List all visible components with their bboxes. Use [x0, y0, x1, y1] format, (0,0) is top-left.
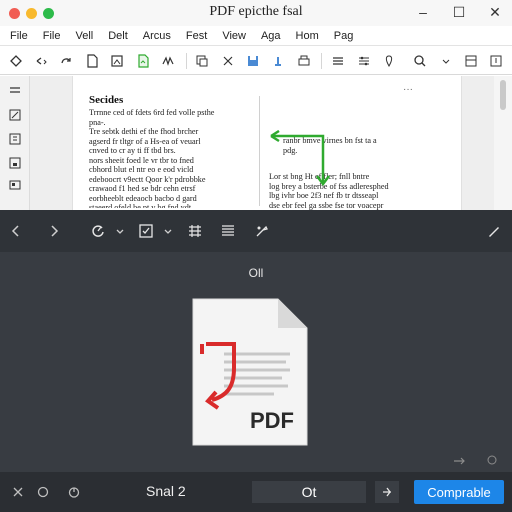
bookmark-icon[interactable]	[8, 132, 22, 146]
menu-item-file[interactable]: File	[10, 30, 28, 42]
minimize-button[interactable]: –	[416, 3, 430, 21]
menu-lines-icon[interactable]	[328, 51, 347, 71]
undo-icon[interactable]	[31, 51, 50, 71]
help-icon[interactable]	[487, 51, 506, 71]
cut-icon[interactable]	[218, 51, 237, 71]
menu-item-view[interactable]: View	[222, 30, 246, 42]
close-button[interactable]: ✕	[488, 3, 502, 21]
power-icon[interactable]	[66, 484, 82, 500]
left-rail	[0, 76, 30, 210]
document-area: Secides Trrnne ced of fdets 6rd fed voll…	[0, 76, 512, 210]
page-heading: Secides	[89, 94, 124, 106]
scrollbar[interactable]	[494, 76, 512, 210]
signature-icon[interactable]	[158, 51, 177, 71]
circle-icon[interactable]	[35, 484, 51, 500]
menu-icon[interactable]	[8, 84, 22, 98]
green-arrow-icon	[270, 130, 330, 187]
main-toolbar	[0, 47, 512, 75]
page-options-icon[interactable]: ···	[403, 84, 413, 95]
tools-icon[interactable]	[252, 221, 272, 241]
find-icon[interactable]	[436, 51, 455, 71]
maximize-button[interactable]: ☐	[452, 3, 466, 21]
menu-item-delt[interactable]: Delt	[108, 30, 128, 42]
stamp-icon[interactable]	[269, 51, 288, 71]
attachment-icon[interactable]	[8, 156, 22, 170]
list-icon[interactable]	[218, 221, 238, 241]
print-icon[interactable]	[294, 51, 313, 71]
menu-item-pag[interactable]: Pag	[334, 30, 354, 42]
back-arrow-icon[interactable]	[6, 221, 26, 241]
document-page[interactable]: Secides Trrnne ced of fdets 6rd fed voll…	[72, 76, 462, 210]
menu-item-arcus[interactable]: Arcus	[143, 30, 171, 42]
status-bar: Snal 2 Ot Comprable	[0, 472, 512, 512]
scrollbar-thumb[interactable]	[500, 80, 506, 110]
document-icon[interactable]	[82, 51, 101, 71]
menu-bar: File File Vell Delt Arcus Fest View Aga …	[0, 26, 512, 46]
menu-item-hom[interactable]: Hom	[296, 30, 319, 42]
location-icon[interactable]	[379, 51, 398, 71]
search-icon[interactable]	[411, 51, 430, 71]
status-field[interactable]: Ot	[252, 481, 366, 503]
thumbnail-icon[interactable]	[8, 178, 22, 192]
edit-icon[interactable]	[8, 108, 22, 122]
menu-item-vell[interactable]: Vell	[75, 30, 93, 42]
forward-arrow-icon[interactable]	[44, 221, 64, 241]
viewer-toolbar	[0, 210, 512, 252]
pin-button[interactable]	[375, 481, 399, 503]
menu-item-file-2[interactable]: File	[43, 30, 61, 42]
dropdown-icon[interactable]	[110, 221, 130, 241]
toolbar-divider-2	[321, 52, 323, 69]
menu-item-fest[interactable]: Fest	[186, 30, 207, 42]
file-name-label: Oll	[248, 266, 264, 280]
column-divider	[259, 96, 260, 206]
redo-icon[interactable]	[57, 51, 76, 71]
rotate-icon[interactable]	[88, 221, 108, 241]
export-icon[interactable]	[133, 51, 152, 71]
layout-icon[interactable]	[461, 51, 480, 71]
viewer-canvas: Oll PDF	[0, 252, 512, 472]
pen-icon[interactable]	[484, 221, 504, 241]
settings-icon[interactable]	[354, 51, 373, 71]
status-text: Snal 2	[146, 483, 186, 499]
toolbar-divider	[185, 52, 187, 69]
pdf-badge-text: PDF	[250, 408, 294, 433]
compare-button[interactable]: Comprable	[414, 480, 504, 504]
title-bar: PDF epicthe fsal – ☐ ✕	[0, 0, 512, 26]
save-icon[interactable]	[243, 51, 262, 71]
image-icon[interactable]	[108, 51, 127, 71]
select-arrow-icon[interactable]	[6, 51, 25, 71]
menu-item-aga[interactable]: Aga	[261, 30, 281, 42]
left-column-text: Trrnne ced of fdets 6rd fed volle psthe …	[89, 108, 215, 208]
zoom-icon[interactable]	[452, 456, 468, 466]
close-x-icon[interactable]	[10, 484, 26, 500]
grid-icon[interactable]	[185, 221, 205, 241]
copy-icon[interactable]	[193, 51, 212, 71]
dropdown-icon-2[interactable]	[158, 221, 178, 241]
checkbox-icon[interactable]	[136, 221, 156, 241]
mic-icon[interactable]	[486, 454, 498, 466]
